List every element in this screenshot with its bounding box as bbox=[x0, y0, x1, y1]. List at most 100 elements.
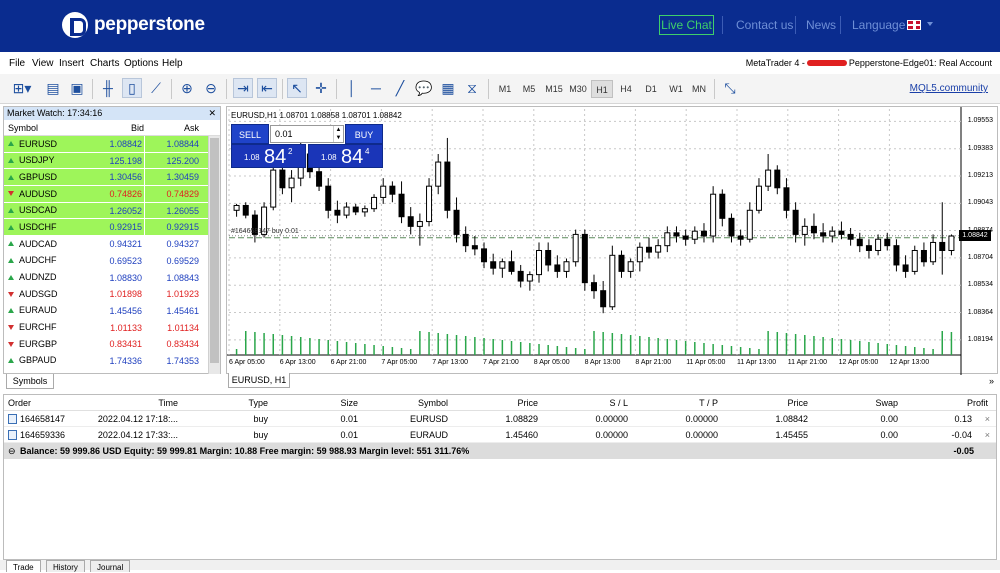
news-link[interactable]: News bbox=[806, 18, 836, 32]
market-watch-row[interactable]: GBPUSD 1.30456 1.30459 bbox=[4, 169, 220, 187]
terminal-column-4[interactable]: Symbol bbox=[418, 395, 448, 411]
symbols-tab[interactable]: Symbols bbox=[6, 374, 54, 389]
column-ask[interactable]: Ask bbox=[144, 120, 203, 135]
market-watch-row[interactable]: EURAUD 1.45456 1.45461 bbox=[4, 302, 220, 320]
live-chat-button[interactable]: Live Chat bbox=[659, 15, 714, 35]
buy-price[interactable]: 1.08 84 4 bbox=[308, 144, 383, 168]
market-watch-row[interactable]: AUDCHF 0.69523 0.69529 bbox=[4, 252, 220, 270]
minus-icon[interactable]: ⊖ bbox=[8, 443, 16, 459]
timeframe-mn[interactable]: MN bbox=[688, 80, 710, 98]
order-cell-10: -0.04 bbox=[951, 430, 972, 440]
bid-cell: 1.26052 bbox=[109, 205, 142, 216]
terminal-column-7[interactable]: T / P bbox=[699, 395, 718, 411]
close-order-icon[interactable]: × bbox=[985, 427, 990, 443]
ask-cell: 1.01134 bbox=[144, 319, 203, 336]
lot-size-input[interactable]: 0.01 ▲ ▼ bbox=[270, 125, 344, 143]
terminal-column-10[interactable]: Profit bbox=[967, 395, 988, 411]
timeframe-m1[interactable]: M1 bbox=[494, 80, 516, 98]
scrollbar-thumb[interactable] bbox=[210, 138, 219, 363]
fibonacci-icon[interactable]: ▦ bbox=[438, 78, 458, 98]
profiles-icon[interactable]: ▤ bbox=[43, 78, 63, 98]
menu-charts[interactable]: Charts bbox=[90, 58, 119, 69]
tab-history[interactable]: History bbox=[46, 560, 85, 572]
market-watch-row[interactable]: USDCHF 0.92915 0.92915 bbox=[4, 219, 220, 237]
sell-price[interactable]: 1.08 84 2 bbox=[231, 144, 306, 168]
redacted-account-number bbox=[806, 60, 847, 66]
order-row[interactable]: 164658147 2022.04.12 17:18:... buy 0.01 EURU… bbox=[4, 411, 996, 427]
market-watch-row[interactable]: EURGBP 0.83431 0.83434 bbox=[4, 336, 220, 353]
chart-tab-eurusd-h1[interactable]: EURUSD, H1 bbox=[228, 373, 290, 388]
terminal-column-3[interactable]: Size bbox=[340, 395, 358, 411]
menu-file[interactable]: File bbox=[9, 58, 25, 69]
close-order-icon[interactable]: × bbox=[985, 411, 990, 427]
scroll-tabs-icon[interactable]: » bbox=[989, 376, 994, 386]
candle-body bbox=[325, 185, 332, 211]
timeframe-h4[interactable]: H4 bbox=[615, 80, 637, 98]
terminal-column-9[interactable]: Swap bbox=[875, 395, 898, 411]
market-watch-row[interactable]: AUDNZD 1.08830 1.08843 bbox=[4, 269, 220, 287]
market-watch-row[interactable]: AUDSGD 1.01898 1.01923 bbox=[4, 286, 220, 303]
bar-chart-icon[interactable]: ╫ bbox=[98, 78, 118, 98]
menu-view[interactable]: View bbox=[32, 58, 54, 69]
market-watch-row[interactable]: USDCAD 1.26052 1.26055 bbox=[4, 202, 220, 220]
terminal-column-8[interactable]: Price bbox=[787, 395, 808, 411]
text-label-icon[interactable]: 💬 bbox=[414, 78, 434, 98]
terminal-column-1[interactable]: Time bbox=[158, 395, 178, 411]
contact-us-link[interactable]: Contact us bbox=[736, 18, 793, 32]
market-watch-row[interactable]: EURCHF 1.01133 1.01134 bbox=[4, 319, 220, 337]
chevron-down-icon[interactable] bbox=[927, 22, 933, 26]
tab-trade[interactable]: Trade bbox=[6, 560, 41, 572]
column-symbol[interactable]: Symbol bbox=[4, 120, 64, 135]
menu-help[interactable]: Help bbox=[162, 58, 183, 69]
ask-cell: 1.45461 bbox=[144, 302, 203, 319]
shapes-icon[interactable]: ⧖ bbox=[462, 78, 482, 98]
line-chart-icon[interactable]: ⟋ bbox=[146, 78, 166, 98]
tab-journal[interactable]: Journal bbox=[90, 560, 131, 572]
trendline-icon[interactable]: ╱ bbox=[390, 78, 410, 98]
chart-shift-icon[interactable]: ⇤ bbox=[257, 78, 277, 98]
navigator-icon[interactable]: ▣ bbox=[67, 78, 87, 98]
timeframe-m5[interactable]: M5 bbox=[518, 80, 540, 98]
sell-button[interactable]: SELL bbox=[231, 124, 269, 144]
market-watch-scrollbar[interactable] bbox=[208, 136, 220, 374]
auto-scroll-icon[interactable]: ⇥ bbox=[233, 78, 253, 98]
vertical-line-icon[interactable]: │ bbox=[342, 78, 362, 98]
timeframe-h1[interactable]: H1 bbox=[591, 80, 613, 98]
pepperstone-logo[interactable]: pepperstone bbox=[62, 11, 205, 39]
terminal-column-2[interactable]: Type bbox=[248, 395, 268, 411]
timeframe-m15[interactable]: M15 bbox=[542, 80, 566, 98]
zoom-in-icon[interactable]: ⊕ bbox=[177, 78, 197, 98]
uk-flag-icon[interactable] bbox=[907, 20, 921, 30]
timeframe-w1[interactable]: W1 bbox=[665, 80, 687, 98]
timeframe-d1[interactable]: D1 bbox=[640, 80, 662, 98]
timeframe-m30[interactable]: M30 bbox=[566, 80, 590, 98]
market-watch-row[interactable]: AUDCAD 0.94321 0.94327 bbox=[4, 236, 220, 253]
chart-window[interactable]: EURUSD,H1 1.08701 1.08858 1.08701 1.0884… bbox=[226, 106, 998, 375]
market-watch-row[interactable]: EURUSD 1.08842 1.08844 bbox=[4, 136, 220, 153]
mql5-community-link[interactable]: MQL5.community bbox=[910, 83, 988, 94]
new-chart-icon[interactable]: ⊞▾ bbox=[8, 78, 36, 98]
horizontal-line-icon[interactable]: ─ bbox=[366, 78, 386, 98]
menu-options[interactable]: Options bbox=[124, 58, 158, 69]
column-bid[interactable]: Bid bbox=[64, 120, 144, 135]
buy-button[interactable]: BUY bbox=[345, 124, 383, 144]
candlestick-chart-icon[interactable]: ▯ bbox=[122, 78, 142, 98]
market-watch-row[interactable]: USDJPY 125.198 125.200 bbox=[4, 152, 220, 170]
expand-icon[interactable]: ⤡ bbox=[720, 78, 740, 98]
crosshair-icon[interactable]: ✛ bbox=[311, 78, 331, 98]
language-selector[interactable]: Language bbox=[852, 18, 905, 32]
terminal-column-0[interactable]: Order bbox=[8, 395, 31, 411]
close-icon[interactable]: ✕ bbox=[208, 107, 216, 120]
order-row[interactable]: 164659336 2022.04.12 17:33:... buy 0.01 EURA… bbox=[4, 427, 996, 443]
market-watch-row[interactable]: GBPAUD 1.74336 1.74353 bbox=[4, 352, 220, 370]
cursor-icon[interactable]: ↖ bbox=[287, 78, 307, 98]
candle-body bbox=[884, 238, 891, 247]
lot-spinner-icon[interactable]: ▲ ▼ bbox=[333, 126, 343, 142]
candle-body bbox=[691, 230, 698, 240]
time-tick-label: 12 Apr 05:00 bbox=[838, 359, 879, 366]
zoom-out-icon[interactable]: ⊖ bbox=[201, 78, 221, 98]
menu-insert[interactable]: Insert bbox=[59, 58, 84, 69]
terminal-column-5[interactable]: Price bbox=[517, 395, 538, 411]
market-watch-row[interactable]: AUDUSD 0.74826 0.74829 bbox=[4, 186, 220, 203]
terminal-column-6[interactable]: S / L bbox=[609, 395, 628, 411]
